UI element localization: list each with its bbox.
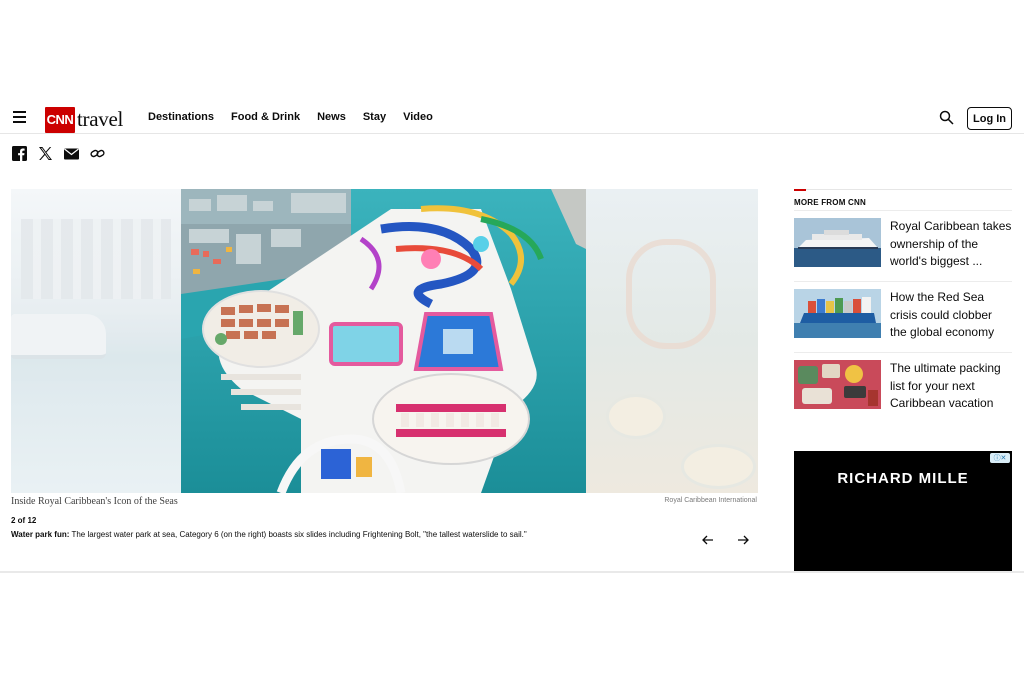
email-icon[interactable] xyxy=(64,146,79,161)
previous-arrow-icon[interactable] xyxy=(700,533,716,547)
caption-body: The largest water park at sea, Category … xyxy=(71,530,527,539)
adchoices-icon[interactable]: ⓘ✕ xyxy=(990,453,1010,463)
next-arrow-icon[interactable] xyxy=(735,533,751,547)
main-nav: Destinations Food & Drink News Stay Vide… xyxy=(148,111,450,123)
cnn-travel-logo[interactable]: CNN travel xyxy=(45,106,123,133)
x-twitter-icon[interactable] xyxy=(38,146,53,161)
main-gallery-image xyxy=(181,189,586,493)
more-card[interactable]: The ultimate packing list for your next … xyxy=(794,352,1012,416)
nav-food-drink[interactable]: Food & Drink xyxy=(231,111,300,123)
previous-slide-preview[interactable] xyxy=(11,189,181,493)
share-bar xyxy=(12,146,105,161)
page-divider xyxy=(0,571,1024,573)
more-from-cnn-heading: MORE FROM CNN xyxy=(794,189,1012,207)
more-from-cnn-label: MORE FROM CNN xyxy=(794,198,866,207)
ad-brand: RICHARD MILLE xyxy=(837,470,969,487)
heading-accent xyxy=(794,189,806,191)
slide-counter: 2 of 12 xyxy=(11,516,37,525)
card-thumbnail xyxy=(794,360,881,409)
nav-video[interactable]: Video xyxy=(403,111,433,123)
next-slide-preview[interactable] xyxy=(586,189,758,493)
caption-lead: Water park fun: xyxy=(11,530,70,539)
slide-caption: Water park fun: The largest water park a… xyxy=(11,530,691,539)
waterslide-image xyxy=(626,239,716,349)
site-header: CNN travel Destinations Food & Drink New… xyxy=(0,100,1024,134)
search-icon[interactable] xyxy=(939,110,954,125)
login-button[interactable]: Log In xyxy=(967,107,1012,130)
deck-image xyxy=(681,444,756,489)
card-title: How the Red Sea crisis could clobber the… xyxy=(890,290,995,339)
ship-image xyxy=(11,314,106,359)
nav-destinations[interactable]: Destinations xyxy=(148,111,214,123)
advertisement[interactable]: ⓘ✕ RICHARD MILLE xyxy=(794,451,1012,571)
nav-news[interactable]: News xyxy=(317,111,346,123)
menu-icon[interactable] xyxy=(13,111,26,123)
deck-image xyxy=(606,394,666,439)
cnn-logo-box: CNN xyxy=(45,106,75,133)
nav-stay[interactable]: Stay xyxy=(363,111,386,123)
more-card[interactable]: Royal Caribbean takes ownership of the w… xyxy=(794,210,1012,274)
card-thumbnail xyxy=(794,289,881,338)
card-thumbnail xyxy=(794,218,881,267)
facebook-icon[interactable] xyxy=(12,146,27,161)
photo-credit: Royal Caribbean International xyxy=(664,497,757,504)
more-card[interactable]: How the Red Sea crisis could clobber the… xyxy=(794,281,1012,345)
travel-wordmark: travel xyxy=(77,107,124,131)
card-title: The ultimate packing list for your next … xyxy=(890,361,1001,410)
gallery-title: Inside Royal Caribbean's Icon of the Sea… xyxy=(11,496,178,507)
photo-gallery[interactable] xyxy=(11,189,758,493)
card-title: Royal Caribbean takes ownership of the w… xyxy=(890,219,1012,268)
link-icon[interactable] xyxy=(90,146,105,161)
city-skyline-image xyxy=(21,219,171,299)
